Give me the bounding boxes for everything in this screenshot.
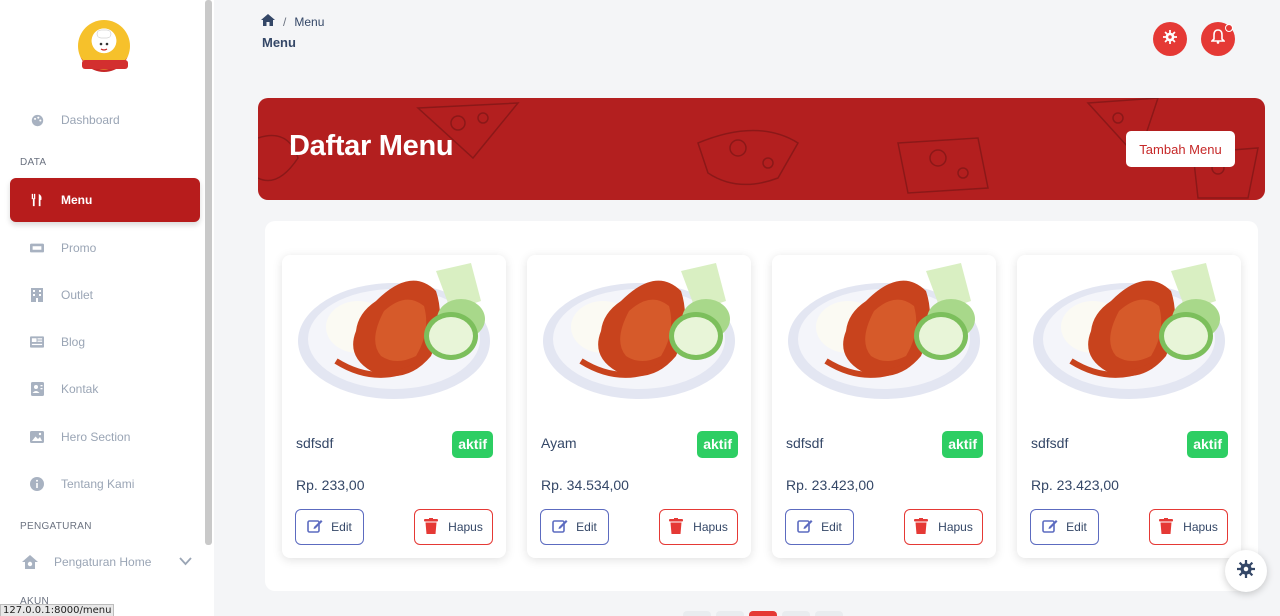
edit-label: Edit [1066, 520, 1087, 534]
sidebar-item-label: Menu [61, 193, 93, 207]
bell-icon [1210, 29, 1226, 49]
notifications-button[interactable] [1201, 22, 1235, 56]
sidebar-item-pengaturan-home[interactable]: Pengaturan Home [10, 540, 200, 584]
menu-item-name: sdfsdf [296, 435, 334, 451]
home-settings-icon [20, 555, 40, 569]
palette-icon [30, 113, 44, 127]
contact-icon [30, 382, 44, 396]
trash-icon [669, 517, 684, 537]
edit-button[interactable]: Edit [295, 509, 364, 545]
sidebar-item-outlet[interactable]: Outlet [10, 273, 200, 317]
delete-button[interactable]: Hapus [414, 509, 493, 545]
pagination-next[interactable] [815, 611, 843, 616]
gear-icon [1163, 29, 1177, 49]
sidebar-item-label: Kontak [61, 382, 99, 396]
menu-card: sdfsdf aktif Rp. 23.423,00 Edit Hapus [1017, 255, 1241, 558]
breadcrumb-separator: / [283, 14, 287, 29]
menu-item-name: sdfsdf [786, 435, 824, 451]
edit-button[interactable]: Edit [540, 509, 609, 545]
status-url-tooltip: 127.0.0.1:8000/menu [0, 604, 115, 616]
settings-button[interactable] [1153, 22, 1187, 56]
trash-icon [914, 517, 929, 537]
brand-ribbon [82, 60, 128, 69]
menu-item-image [296, 261, 492, 411]
sidebar-item-label: Promo [61, 241, 97, 255]
sidebar-item-label: Dashboard [61, 113, 120, 127]
building-icon [30, 288, 44, 302]
menu-item-name: Ayam [541, 435, 577, 451]
configurator-button[interactable] [1225, 550, 1267, 592]
chevron-down-icon [179, 555, 192, 569]
banner-title: Daftar Menu [289, 130, 454, 162]
delete-label: Hapus [1183, 520, 1218, 534]
notification-dot [1225, 24, 1233, 32]
sidebar-scrollbar[interactable] [205, 0, 212, 545]
sidebar-item-kontak[interactable]: Kontak [10, 367, 200, 411]
delete-label: Hapus [693, 520, 728, 534]
sidebar-item-label: Tentang Kami [61, 477, 135, 491]
menu-item-image [1031, 261, 1227, 411]
menu-item-price: Rp. 233,00 [296, 477, 365, 493]
add-menu-button[interactable]: Tambah Menu [1126, 131, 1235, 167]
delete-label: Hapus [448, 520, 483, 534]
edit-icon [307, 518, 323, 537]
delete-label: Hapus [938, 520, 973, 534]
status-badge: aktif [1187, 431, 1228, 458]
status-badge: aktif [697, 431, 738, 458]
newspaper-icon [30, 335, 44, 349]
home-icon[interactable] [261, 14, 275, 29]
ticket-icon [30, 241, 44, 255]
image-icon [30, 430, 44, 444]
edit-icon [797, 518, 813, 537]
edit-icon [552, 518, 568, 537]
delete-button[interactable]: Hapus [904, 509, 983, 545]
section-label-pengaturan: PENGATURAN [20, 521, 92, 532]
sidebar-item-hero-section[interactable]: Hero Section [10, 415, 200, 459]
pagination-page[interactable] [716, 611, 744, 616]
pagination-page[interactable] [782, 611, 810, 616]
menu-item-name: sdfsdf [1031, 435, 1069, 451]
sidebar-item-dashboard[interactable]: Dashboard [10, 98, 200, 142]
edit-label: Edit [821, 520, 842, 534]
edit-label: Edit [576, 520, 597, 534]
section-label-data: DATA [20, 157, 47, 168]
sidebar-item-label: Hero Section [61, 430, 131, 444]
sidebar-item-promo[interactable]: Promo [10, 226, 200, 270]
trash-icon [1159, 517, 1174, 537]
trash-icon [424, 517, 439, 537]
edit-button[interactable]: Edit [785, 509, 854, 545]
status-badge: aktif [452, 431, 493, 458]
info-icon [30, 477, 44, 491]
menu-card: sdfsdf aktif Rp. 233,00 Edit Hapus [282, 255, 506, 558]
menu-card: sdfsdf aktif Rp. 23.423,00 Edit Hapus [772, 255, 996, 558]
sidebar-item-tentang-kami[interactable]: Tentang Kami [10, 462, 200, 506]
utensils-icon [30, 193, 44, 207]
edit-icon [1042, 518, 1058, 537]
sidebar-item-label: Outlet [61, 288, 94, 302]
sidebar-item-blog[interactable]: Blog [10, 320, 200, 364]
edit-label: Edit [331, 520, 352, 534]
menu-item-image [786, 261, 982, 411]
breadcrumb: / Menu [261, 14, 324, 29]
menu-item-image [541, 261, 737, 411]
delete-button[interactable]: Hapus [1149, 509, 1228, 545]
sidebar-item-label: Blog [61, 335, 86, 349]
sidebar: Dashboard DATA Menu Promo Outlet Blog Ko… [0, 0, 214, 616]
sidebar-item-menu[interactable]: Menu [10, 178, 200, 222]
menu-card: Ayam aktif Rp. 34.534,00 Edit Hapus [527, 255, 751, 558]
edit-button[interactable]: Edit [1030, 509, 1099, 545]
delete-button[interactable]: Hapus [659, 509, 738, 545]
breadcrumb-current: Menu [294, 14, 325, 29]
status-badge: aktif [942, 431, 983, 458]
pagination-prev[interactable] [683, 611, 711, 616]
menu-item-price: Rp. 23.423,00 [786, 477, 874, 493]
gear-icon [1237, 559, 1255, 583]
menu-item-price: Rp. 34.534,00 [541, 477, 629, 493]
page-title: Menu [262, 35, 296, 50]
pagination-page-active[interactable] [749, 611, 777, 616]
menu-item-price: Rp. 23.423,00 [1031, 477, 1119, 493]
page-banner: Daftar Menu Tambah Menu [258, 98, 1265, 200]
sidebar-item-label: Pengaturan Home [54, 555, 152, 569]
